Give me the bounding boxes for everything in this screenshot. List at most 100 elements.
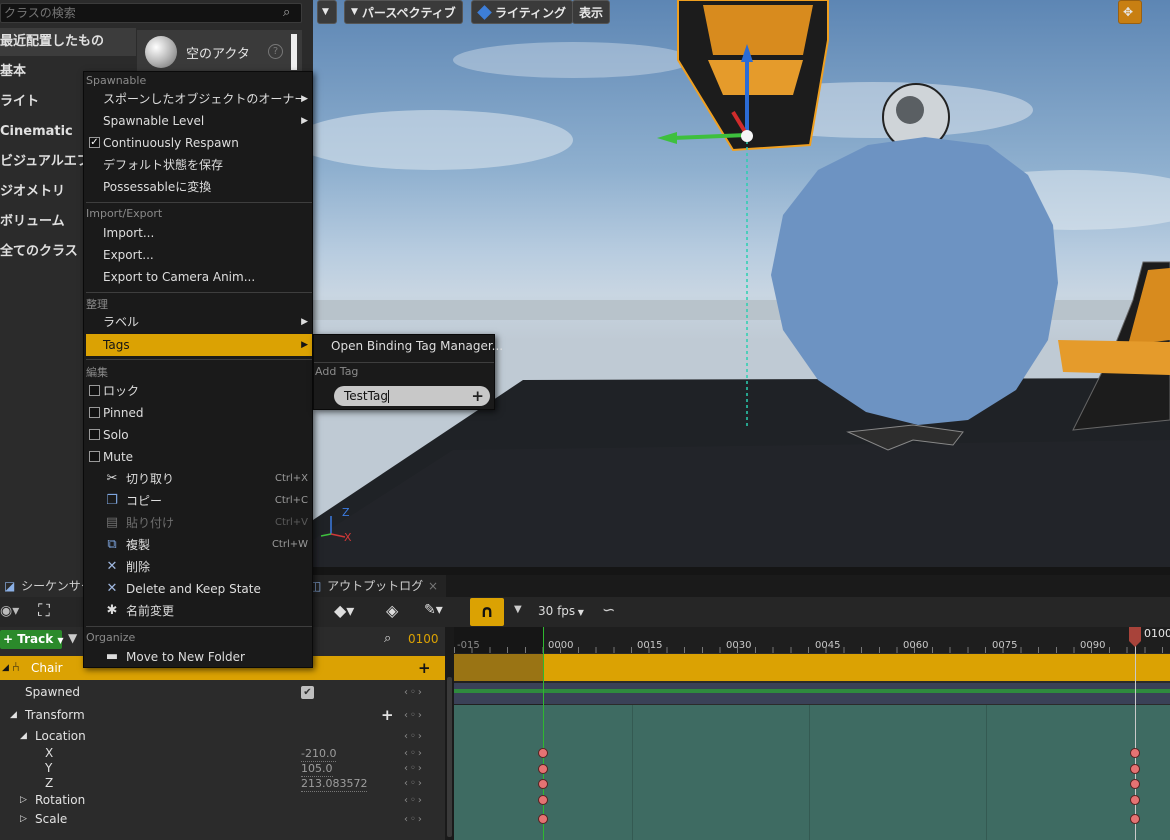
menu-save-default-state[interactable]: デフォルト状態を保存 — [86, 154, 312, 176]
key-navigation-controls[interactable]: ‹◦› — [404, 810, 424, 829]
search-icon[interactable]: ⌕ — [384, 631, 391, 646]
chevron-down-icon[interactable]: ▼ — [514, 604, 522, 615]
menu-rename[interactable]: ✱ 名前変更 — [86, 600, 312, 622]
key-scale-end[interactable] — [1130, 814, 1140, 824]
menu-delete-keep-state[interactable]: ✕ Delete and Keep State — [86, 578, 312, 600]
key-diamond-icon[interactable]: ◆▾ — [334, 601, 354, 620]
level-viewport[interactable]: Z X ▼ ▼ パースペクティブ ライティング 表示 ✥ — [313, 0, 1170, 567]
scale-track-row[interactable]: ▷ Scale ‹◦› — [0, 810, 445, 829]
world-icon[interactable]: ◉▾ — [0, 603, 19, 619]
section-import-export: Import/Export — [86, 207, 163, 220]
duplicate-icon: ⧉ — [107, 537, 117, 552]
menu-separator — [86, 626, 312, 627]
playhead-line[interactable] — [1135, 627, 1136, 840]
key-tool-icon[interactable]: ◈ — [386, 601, 398, 620]
section-spawnable: Spawnable — [86, 74, 147, 87]
add-plus-icon[interactable]: + — [471, 386, 484, 406]
sequencer-timeline[interactable]: -015 0000 0015 0030 0045 0060 0075 0090 … — [454, 627, 1170, 840]
menu-move-new-folder[interactable]: ▬ Move to New Folder — [86, 646, 312, 668]
add-track-button[interactable]: + Track ▼ — [0, 630, 64, 649]
checkbox-unchecked[interactable] — [89, 385, 100, 396]
key-x-end[interactable] — [1130, 748, 1140, 758]
tab-output-log[interactable]: ◫ アウトプットログ × — [306, 575, 446, 597]
search-icon[interactable]: ⌕ — [283, 5, 297, 20]
location-z-value[interactable]: 213.083572 — [301, 777, 368, 792]
menu-solo[interactable]: Solo — [86, 424, 312, 446]
snap-toggle-button[interactable]: ∩ — [470, 598, 504, 626]
transform-track-row[interactable]: ◢ Transform + ‹◦› — [0, 706, 445, 725]
menu-convert-possessable[interactable]: Possessableに変換 — [86, 176, 312, 198]
current-frame-display[interactable]: 0100 — [408, 632, 439, 646]
menu-continuously-respawn[interactable]: ✓ Continuously Respawn — [86, 132, 312, 154]
show-button[interactable]: 表示 — [572, 0, 611, 24]
key-scale-start[interactable] — [538, 814, 548, 824]
add-plus-icon[interactable]: + — [381, 706, 394, 725]
close-icon[interactable]: × — [428, 575, 438, 597]
class-search-input[interactable] — [0, 3, 302, 23]
key-y-end[interactable] — [1130, 764, 1140, 774]
expand-arrow-icon[interactable]: ▷ — [20, 791, 27, 810]
menu-pinned[interactable]: Pinned — [86, 402, 312, 424]
fps-dropdown[interactable]: 30 fps ▼ — [538, 604, 584, 618]
key-x-start[interactable] — [538, 748, 548, 758]
collapse-arrow-icon[interactable]: ◢ — [2, 656, 9, 680]
submenu-arrow-icon: ▶ — [301, 340, 308, 350]
spawned-track-row[interactable]: Spawned ✔ ‹◦› — [0, 683, 445, 702]
translate-mode-button[interactable]: ✥ — [1118, 0, 1142, 24]
key-navigation-controls[interactable]: ‹◦› — [404, 791, 424, 810]
snap-frame-icon[interactable]: ⛶ — [38, 601, 50, 621]
menu-delete[interactable]: ✕ 削除 — [86, 556, 312, 578]
help-icon[interactable]: ? — [268, 44, 283, 59]
menu-duplicate[interactable]: ⧉ 複製 Ctrl+W — [86, 534, 312, 556]
key-y-start[interactable] — [538, 764, 548, 774]
tags-submenu: Open Binding Tag Manager... Add Tag Test… — [313, 334, 503, 410]
menu-label[interactable]: ラベル ▶ — [86, 311, 312, 333]
checkbox-checked[interactable]: ✓ — [89, 137, 100, 148]
menu-spawned-object-owner[interactable]: スポーンしたオブジェクトのオーナー ▶ — [86, 88, 312, 110]
playback-start-line[interactable] — [543, 627, 544, 840]
key-rotation-end[interactable] — [1130, 795, 1140, 805]
menu-copy[interactable]: ❐ コピー Ctrl+C — [86, 490, 312, 512]
expand-arrow-icon[interactable]: ◢ — [10, 706, 17, 725]
chevron-down-icon: ▼ — [351, 7, 358, 17]
menu-lock[interactable]: ロック — [86, 380, 312, 402]
key-z-end[interactable] — [1130, 779, 1140, 789]
menu-separator — [314, 362, 494, 363]
category-recent[interactable]: 最近配置したもの — [0, 28, 136, 56]
menu-paste[interactable]: ▤ 貼り付け Ctrl+V — [86, 512, 312, 534]
menu-mute[interactable]: Mute — [86, 446, 312, 468]
checkbox-unchecked[interactable] — [89, 451, 100, 462]
expand-arrow-icon[interactable]: ▷ — [20, 810, 27, 829]
checkbox-unchecked[interactable] — [89, 407, 100, 418]
perspective-button[interactable]: ▼ パースペクティブ — [344, 0, 463, 24]
menu-export-camera-anim[interactable]: Export to Camera Anim... — [86, 266, 312, 288]
menu-import[interactable]: Import... — [86, 222, 312, 244]
chair-section-bar[interactable] — [543, 654, 1170, 681]
tag-name-input[interactable]: TestTag + — [334, 386, 490, 406]
key-navigation-controls[interactable]: ‹◦› — [404, 706, 424, 725]
key-navigation-controls[interactable]: ‹◦› — [404, 683, 424, 702]
tracks-scrollbar[interactable] — [445, 627, 454, 840]
key-rotation-start[interactable] — [538, 795, 548, 805]
viewport-options-button[interactable]: ▼ — [317, 0, 337, 24]
menu-spawnable-level[interactable]: Spawnable Level ▶ — [86, 110, 312, 132]
menu-export[interactable]: Export... — [86, 244, 312, 266]
menu-cut[interactable]: ✂ 切り取り Ctrl+X — [86, 468, 312, 490]
menu-tags[interactable]: Tags ▶ — [86, 334, 312, 356]
rotation-track-row[interactable]: ▷ Rotation ‹◦› — [0, 791, 445, 810]
menu-open-binding-tag-manager[interactable]: Open Binding Tag Manager... — [314, 335, 503, 357]
spawned-section-bar[interactable] — [454, 683, 1170, 704]
empty-actor-item[interactable]: 空のアクタ ? — [137, 30, 302, 72]
pencil-icon[interactable]: ✎▾ — [424, 602, 443, 618]
add-plus-icon[interactable]: + — [418, 656, 431, 680]
svg-text:Z: Z — [342, 506, 350, 519]
lighting-button[interactable]: ライティング — [471, 0, 574, 24]
checkbox-unchecked[interactable] — [89, 429, 100, 440]
key-z-start[interactable] — [538, 779, 548, 789]
transform-section-bar[interactable] — [454, 705, 1170, 840]
section-organize: Organize — [86, 631, 136, 644]
filter-icon[interactable]: ▼ — [68, 631, 77, 645]
playhead-frame-label: 0100 — [1144, 627, 1170, 640]
curve-editor-icon[interactable]: ∽ — [602, 600, 615, 619]
spawned-checkbox[interactable]: ✔ — [301, 686, 314, 699]
